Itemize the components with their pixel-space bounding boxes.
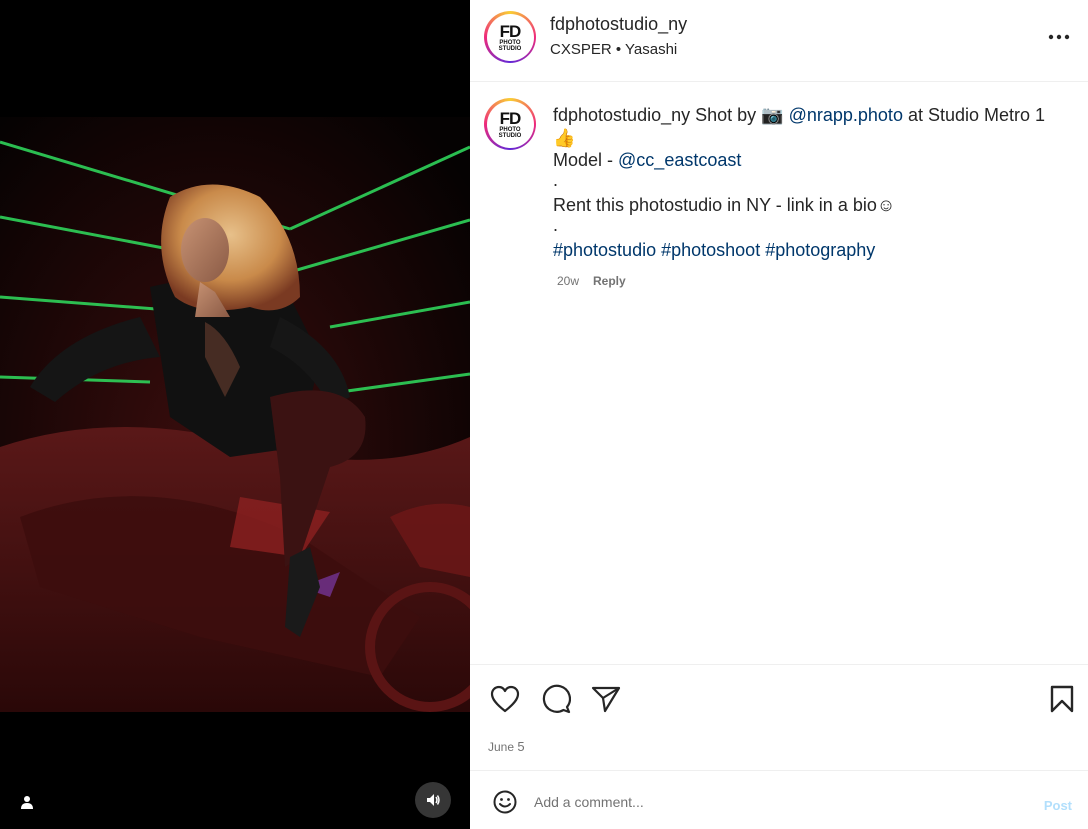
post-media[interactable] (0, 0, 470, 829)
speaker-icon (427, 794, 440, 806)
post-header: FD PHOTO STUDIO fdphotostudio_ny CXSPER … (470, 0, 1088, 82)
hashtag-link[interactable]: #photography (765, 240, 875, 260)
caption-age[interactable]: 20w (557, 274, 579, 288)
caption-meta: 20w Reply (557, 274, 626, 288)
user-icon (21, 796, 33, 809)
camera-emoji: 📷 (761, 105, 784, 125)
like-button[interactable] (488, 682, 522, 716)
caption-text-segment: Shot by (690, 105, 762, 125)
more-icon (1048, 34, 1070, 40)
reply-button[interactable]: Reply (593, 274, 626, 288)
tagged-users-button[interactable] (14, 789, 40, 815)
caption-text-segment: at Studio Metro 1 (902, 105, 1046, 125)
smile-emoji: ☺ (876, 195, 896, 215)
action-bar: June 5 (470, 664, 1088, 771)
caption-hashtags: #photostudio #photoshoot #photography (553, 239, 1063, 262)
author-username[interactable]: fdphotostudio_ny (550, 14, 687, 35)
share-icon (591, 686, 621, 713)
audio-track-link[interactable]: CXSPER • Yasashi (550, 41, 677, 58)
comment-icon (542, 684, 571, 714)
caption-dot: . (553, 169, 559, 190)
emoji-picker-button[interactable] (492, 789, 518, 815)
share-button[interactable] (589, 682, 623, 716)
smiley-icon (493, 790, 517, 814)
post-date-day: 5 (517, 739, 525, 754)
more-options-button[interactable] (1044, 26, 1074, 48)
caption-author-avatar[interactable]: FD PHOTO STUDIO (484, 98, 536, 150)
comment-bar: Post (470, 772, 1088, 829)
caption-username[interactable]: fdphotostudio_ny (553, 105, 690, 125)
hashtag-link[interactable]: #photostudio (553, 240, 656, 260)
caption-text-segment: Model - (553, 150, 619, 170)
avatar-logo-big: FD (499, 21, 522, 41)
caption-line-1: fdphotostudio_ny Shot by 📷 @nrapp.photo … (553, 104, 1063, 149)
post-details-panel: FD PHOTO STUDIO fdphotostudio_ny CXSPER … (470, 0, 1088, 829)
caption-text: fdphotostudio_ny Shot by 📷 @nrapp.photo … (553, 104, 1063, 262)
bookmark-icon (1050, 685, 1074, 713)
post-photo (0, 117, 470, 712)
thumbs-up-emoji: 👍 (553, 127, 576, 148)
avatar-logo-line2: STUDIO (498, 132, 522, 139)
caption-text-segment: Rent this photostudio in NY - link in a … (553, 195, 877, 215)
heart-icon (490, 685, 520, 713)
comment-button[interactable] (539, 682, 573, 716)
avatar-logo-big: FD (499, 108, 522, 128)
mention-model[interactable]: @cc_eastcoast (618, 150, 741, 170)
comment-input[interactable] (534, 790, 1004, 814)
audio-toggle-button[interactable] (415, 782, 451, 818)
post-date[interactable]: June 5 (488, 739, 525, 754)
avatar-logo-line2: STUDIO (498, 45, 522, 52)
mention-photographer[interactable]: @nrapp.photo (789, 105, 903, 125)
caption-line-rent: Rent this photostudio in NY - link in a … (553, 194, 1063, 217)
caption-dot: . (553, 214, 559, 235)
caption-area: FD PHOTO STUDIO fdphotostudio_ny Shot by… (470, 82, 1088, 664)
author-avatar[interactable]: FD PHOTO STUDIO (484, 11, 536, 63)
caption-line-model: Model - @cc_eastcoast (553, 149, 1063, 172)
post-comment-button[interactable]: Post (1044, 798, 1072, 813)
save-button[interactable] (1045, 682, 1079, 716)
hashtag-link[interactable]: #photoshoot (661, 240, 760, 260)
post-date-month: June (488, 740, 515, 754)
